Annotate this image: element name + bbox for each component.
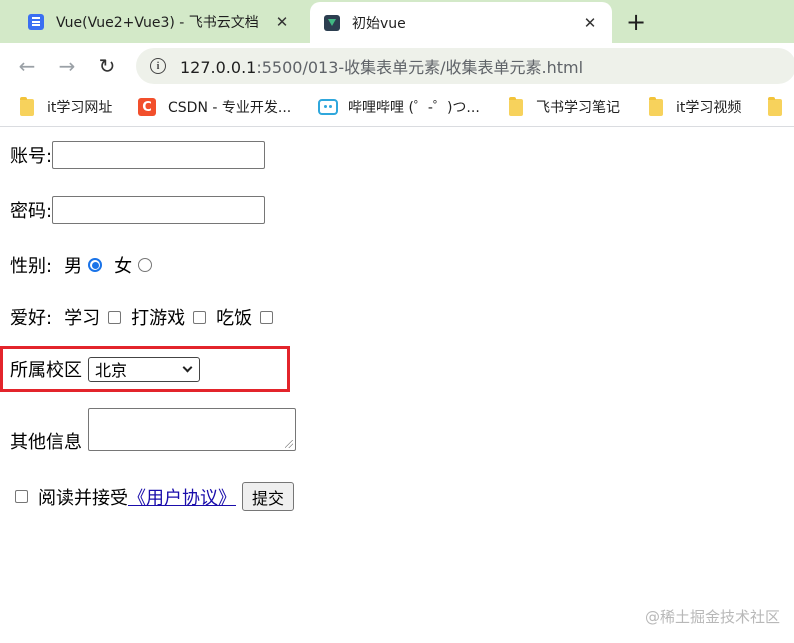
address-bar[interactable]: i 127.0.0.1:5500/013-收集表单元素/收集表单元素.html (136, 48, 794, 84)
other-info-textarea[interactable] (88, 408, 296, 451)
tab-initial-vue[interactable]: 初始vue ✕ (310, 2, 612, 43)
tab-title: 初始vue (352, 15, 406, 32)
hobby-study-label: 学习 (64, 308, 101, 329)
hobby-eating-label: 吃饭 (216, 308, 253, 329)
gender-option-female: 女 (114, 256, 133, 277)
bookmark-overflow[interactable] (768, 96, 794, 118)
gender-male-radio[interactable] (88, 258, 103, 272)
bookmarks-bar: it学习网址 C CSDN - 专业开发... 哔哩哔哩 (゜-゜)つ... 飞… (0, 89, 794, 127)
bilibili-icon (318, 99, 338, 115)
hobby-games-checkbox[interactable] (193, 310, 207, 324)
user-agreement-link[interactable]: 《用户协议》 (128, 484, 236, 510)
agree-checkbox[interactable] (15, 490, 28, 503)
gender-row: 性别: 男 女 (10, 252, 153, 278)
hobby-row: 爱好: 学习 打游戏 吃饭 (10, 304, 274, 330)
agreement-row: 阅读并接受 《用户协议》 提交 (10, 482, 295, 511)
hobby-games-label: 打游戏 (131, 308, 186, 329)
csdn-icon: C (138, 98, 156, 116)
tab-strip: Vue(Vue2+Vue3) - 飞书云文档 ✕ 初始vue ✕ + (0, 0, 794, 43)
bookmark-bilibili[interactable]: 哔哩哔哩 (゜-゜)つ... (318, 96, 480, 118)
chevron-down-icon (182, 362, 193, 372)
password-row: 密码: (10, 196, 266, 224)
vue-icon (324, 14, 340, 31)
other-info-row: 其他信息 (10, 408, 296, 453)
campus-row: 所属校区 北京 (10, 356, 200, 382)
forward-arrow-icon[interactable]: → (53, 52, 81, 80)
submit-button[interactable]: 提交 (242, 482, 295, 511)
agree-text: 阅读并接受 (38, 487, 128, 509)
bookmark-it-sites[interactable]: it学习网址 (20, 96, 112, 118)
gender-option-male: 男 (64, 256, 83, 277)
folder-icon (768, 96, 782, 116)
campus-select[interactable]: 北京 (88, 356, 200, 382)
watermark: @稀土掘金技术社区 (644, 608, 780, 626)
new-tab-button[interactable]: + (622, 8, 650, 36)
tab-feishu-doc[interactable]: Vue(Vue2+Vue3) - 飞书云文档 ✕ (14, 0, 304, 43)
folder-icon (20, 96, 34, 116)
site-info-icon[interactable]: i (150, 58, 166, 74)
tab-title: Vue(Vue2+Vue3) - 飞书云文档 (56, 14, 259, 31)
tab-close-icon[interactable]: ✕ (578, 11, 602, 35)
page-content: 账号: 密码: 性别: 男 女 爱好: 学习 打游戏 吃饭 所属校区 北京 其他… (0, 128, 794, 643)
folder-icon (649, 96, 663, 116)
campus-label: 所属校区 (10, 360, 82, 381)
hobby-study-checkbox[interactable] (108, 310, 122, 324)
tab-close-icon[interactable]: ✕ (270, 10, 294, 34)
campus-selected-value: 北京 (95, 361, 128, 380)
resize-grip-icon[interactable] (285, 440, 293, 448)
bookmark-csdn[interactable]: C CSDN - 专业开发... (138, 96, 291, 118)
hobby-eating-checkbox[interactable] (260, 310, 274, 324)
account-row: 账号: (10, 141, 266, 169)
hobby-label: 爱好: (10, 308, 53, 329)
password-label: 密码: (10, 201, 53, 222)
gender-label: 性别: (10, 256, 53, 277)
doc-icon (28, 13, 44, 30)
password-input[interactable] (52, 196, 266, 224)
bookmark-it-videos[interactable]: it学习视频 (649, 96, 741, 118)
folder-icon (509, 96, 523, 116)
bookmark-feishu-notes[interactable]: 飞书学习笔记 (509, 96, 620, 118)
other-info-label: 其他信息 (10, 432, 82, 453)
browser-toolbar: ← → ↻ i 127.0.0.1:5500/013-收集表单元素/收集表单元素… (0, 43, 794, 89)
url-text: 127.0.0.1:5500/013-收集表单元素/收集表单元素.html (180, 58, 584, 77)
back-arrow-icon[interactable]: ← (13, 52, 41, 80)
gender-female-radio[interactable] (138, 258, 153, 272)
account-input[interactable] (52, 141, 266, 169)
reload-icon[interactable]: ↻ (93, 52, 121, 80)
account-label: 账号: (10, 146, 53, 167)
